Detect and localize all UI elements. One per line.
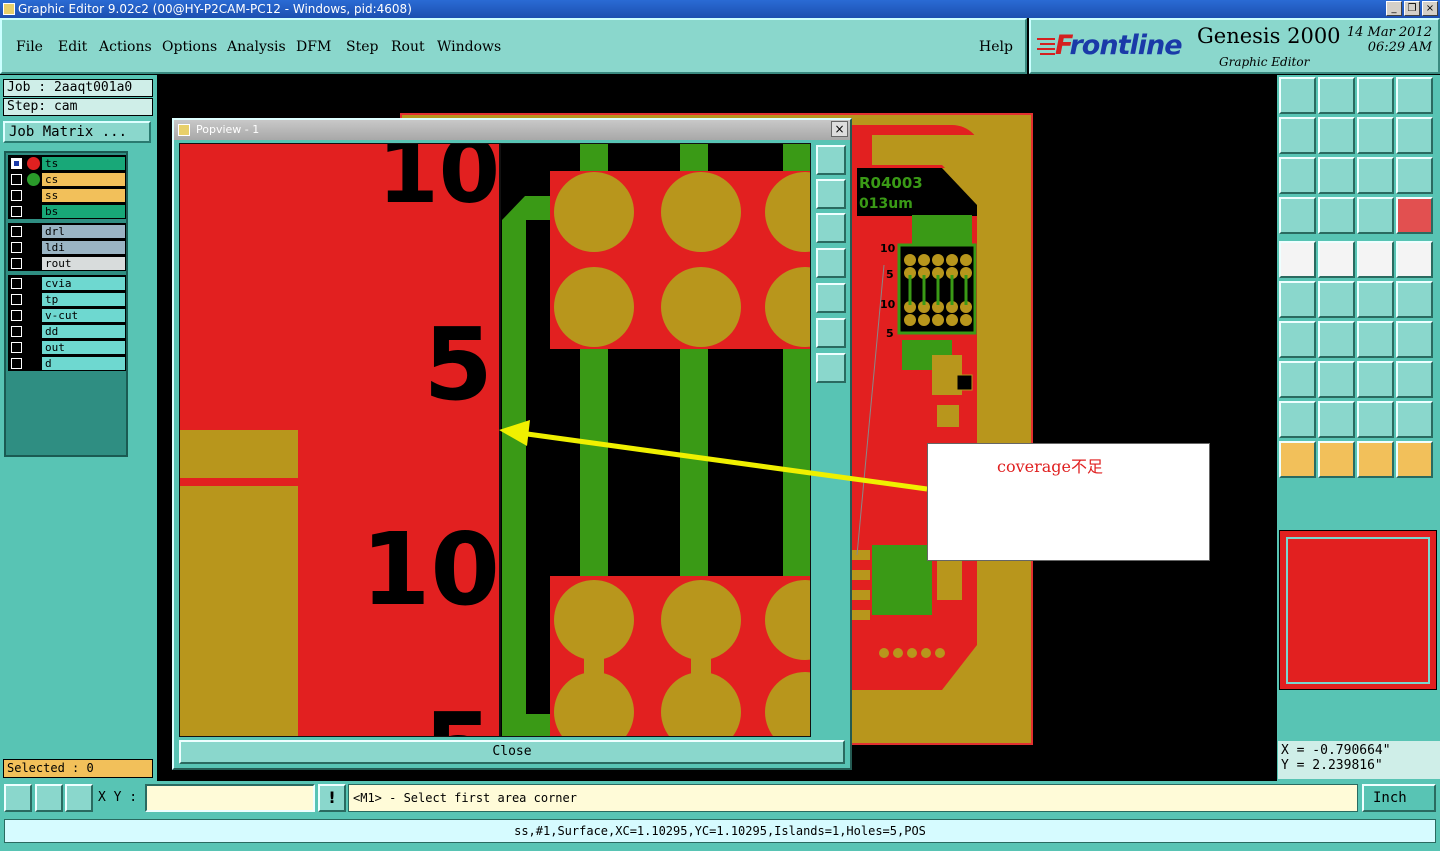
arc-tool-icon[interactable]	[1318, 241, 1355, 278]
minus-tool-icon[interactable]	[1318, 361, 1355, 398]
tool-panel	[1277, 75, 1440, 781]
connect-tool-icon[interactable]	[1279, 281, 1316, 318]
coord-y: Y = 2.239816"	[1281, 758, 1383, 773]
rotate-tool-icon[interactable]	[1357, 321, 1394, 358]
annotation-text: coverage不足	[997, 457, 1104, 476]
units-selector[interactable]: Inch	[1362, 784, 1436, 812]
arch-up-tool-icon[interactable]	[1396, 401, 1433, 438]
info-bar: ss,#1,Surface,XC=1.10295,YC=1.10295,Isla…	[0, 815, 1440, 851]
coord-x: X = -0.790664"	[1281, 743, 1391, 758]
route-tool-icon[interactable]	[1396, 441, 1433, 478]
cursor-coordinates: X = -0.790664" Y = 2.239816"	[1278, 741, 1440, 779]
xy-input[interactable]	[145, 784, 315, 812]
grid-tool-icon[interactable]	[1318, 197, 1355, 234]
arch-tool-icon[interactable]	[1357, 401, 1394, 438]
line-end-tool-icon[interactable]	[1396, 281, 1433, 318]
triangle-tool-icon[interactable]	[1279, 401, 1316, 438]
xy-label: X Y :	[98, 790, 138, 805]
line-tool-icon[interactable]	[1357, 281, 1394, 318]
annotation-arrow-icon	[519, 430, 928, 492]
open-tool-icon[interactable]	[1318, 77, 1355, 114]
undo-tool-icon[interactable]	[1357, 117, 1394, 154]
alert-button[interactable]: !	[318, 784, 346, 812]
ruler-tool-icon[interactable]	[1357, 241, 1394, 278]
house-tool-icon[interactable]	[1357, 77, 1394, 114]
pointer-box-tool-icon[interactable]	[1318, 441, 1355, 478]
dimension-tool-icon[interactable]	[1357, 361, 1394, 398]
diagonal-tool-icon[interactable]	[1318, 321, 1355, 358]
snap-tool-icon[interactable]	[1357, 197, 1394, 234]
shapes-tool-icon[interactable]	[1396, 361, 1433, 398]
window-tool-icon[interactable]	[1396, 77, 1433, 114]
center-tool-icon[interactable]	[1318, 157, 1355, 194]
home-tool-icon[interactable]	[1279, 77, 1316, 114]
measure-axis-icon[interactable]	[35, 784, 63, 812]
peak-tool-icon[interactable]	[1318, 401, 1355, 438]
minimap-frame	[1286, 537, 1430, 684]
export-tool-icon[interactable]	[1318, 117, 1355, 154]
pad-tool-icon[interactable]	[1279, 241, 1316, 278]
snap-active-tool-icon[interactable]	[1396, 197, 1433, 234]
status-bar: X Y : ! <M1> - Select first area corner …	[0, 781, 1440, 815]
pad-select-tool-icon[interactable]	[1279, 361, 1316, 398]
dot-tool-icon[interactable]	[1396, 241, 1433, 278]
scale-1-2-icon[interactable]	[1357, 157, 1394, 194]
angle-tool-icon[interactable]	[1279, 321, 1316, 358]
pointer-tool-icon[interactable]	[1279, 441, 1316, 478]
mirror-tool-icon[interactable]	[1396, 321, 1433, 358]
annotation-note: coverage不足	[927, 443, 1210, 561]
cross-tool-icon[interactable]	[1318, 281, 1355, 318]
grid-snap-icon[interactable]	[65, 784, 93, 812]
feature-info: ss,#1,Surface,XC=1.10295,YC=1.10295,Isla…	[4, 819, 1436, 843]
question-tool-icon[interactable]	[1396, 157, 1433, 194]
zoom-box-icon[interactable]	[4, 784, 32, 812]
annotation-arrow-layer	[499, 420, 928, 492]
arrow-head-icon	[499, 420, 530, 446]
overview-minimap[interactable]	[1279, 530, 1437, 690]
import-tool-icon[interactable]	[1279, 117, 1316, 154]
fit-tool-icon[interactable]	[1279, 157, 1316, 194]
redo-tool-icon[interactable]	[1396, 117, 1433, 154]
pointer-select-tool-icon[interactable]	[1357, 441, 1394, 478]
measure-tool-icon[interactable]	[1279, 197, 1316, 234]
prompt-message: <M1> - Select first area corner	[348, 784, 1358, 812]
